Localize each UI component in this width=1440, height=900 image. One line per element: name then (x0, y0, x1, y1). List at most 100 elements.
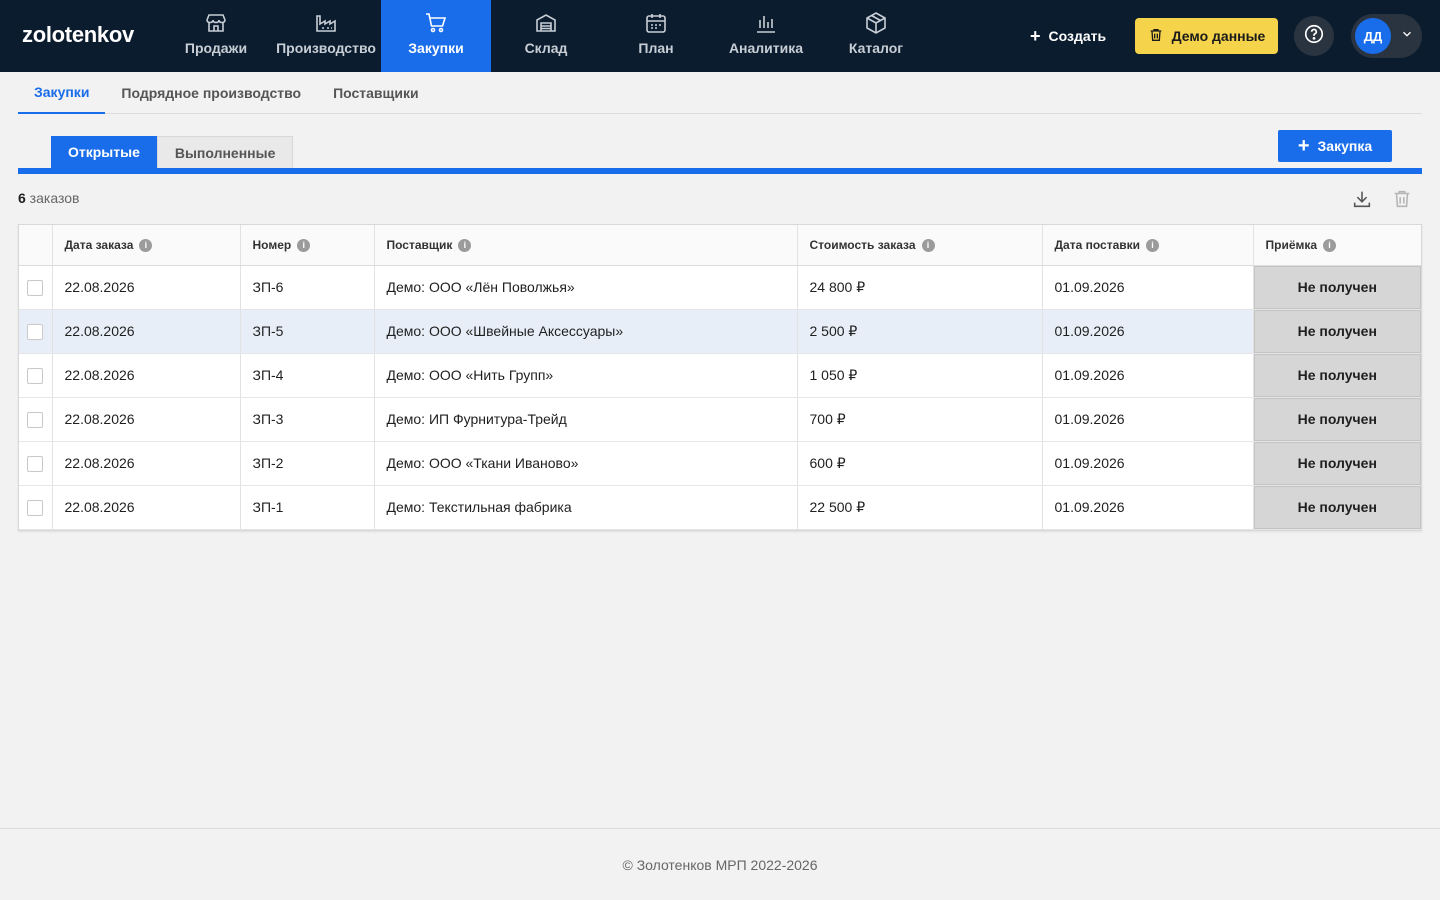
table-row[interactable]: 22.08.2026 ЗП-2 Демо: ООО «Ткани Иваново… (19, 441, 1421, 486)
plus-icon: + (1030, 26, 1041, 46)
cell-number: ЗП-4 (240, 353, 375, 398)
tabs-underline (18, 168, 1422, 174)
cell-supplier: Демо: Текстильная фабрика (374, 485, 798, 530)
column-header-supplier[interactable]: Поставщик i (374, 225, 798, 266)
section-tabs: Закупки Подрядное производство Поставщик… (18, 72, 1422, 114)
column-header-number[interactable]: Номер i (240, 225, 375, 266)
receipt-status-button[interactable]: Не получен (1253, 265, 1421, 310)
row-checkbox[interactable] (27, 323, 43, 340)
add-purchase-label: Закупка (1317, 138, 1373, 154)
cell-supplier: Демо: ИП Фурнитура-Трейд (374, 397, 798, 442)
help-button[interactable] (1294, 16, 1334, 56)
tab-open[interactable]: Открытые (51, 136, 157, 168)
row-checkbox[interactable] (27, 455, 43, 472)
info-icon[interactable]: i (139, 238, 153, 252)
row-checkbox[interactable] (27, 367, 43, 384)
column-header-delivery-date[interactable]: Дата поставки i (1042, 225, 1254, 266)
nav-item-warehouse[interactable]: Склад (491, 0, 601, 72)
cell-cost: 24 800 ₽ (797, 265, 1043, 310)
tab-purchases[interactable]: Закупки (18, 72, 106, 114)
avatar: ДД (1355, 18, 1391, 54)
create-button[interactable]: + Создать (1020, 20, 1116, 52)
cell-delivery-date: 01.09.2026 (1042, 397, 1254, 442)
table-row[interactable]: 22.08.2026 ЗП-1 Демо: Текстильная фабрик… (19, 485, 1421, 530)
cell-delivery-date: 01.09.2026 (1042, 265, 1254, 310)
row-checkbox[interactable] (27, 499, 43, 516)
app-logo[interactable]: zolotenkov (22, 22, 134, 48)
tab-suppliers[interactable]: Поставщики (317, 72, 435, 114)
receipt-status-button[interactable]: Не получен (1253, 309, 1421, 354)
column-header-receipt[interactable]: Приёмка i (1253, 225, 1421, 266)
cell-supplier: Демо: ООО «Швейные Аксессуары» (374, 309, 798, 354)
receipt-status-button[interactable]: Не получен (1253, 353, 1421, 398)
bar-chart-icon (754, 11, 778, 35)
cell-order-date: 22.08.2026 (52, 441, 241, 486)
question-circle-icon (1303, 23, 1325, 50)
cell-cost: 600 ₽ (797, 441, 1043, 486)
cell-number: ЗП-3 (240, 397, 375, 442)
box-icon (864, 11, 888, 35)
tab-subcontracting[interactable]: Подрядное производство (105, 72, 317, 114)
orders-count: 6 заказов (18, 190, 79, 206)
receipt-status-button[interactable]: Не получен (1253, 397, 1421, 442)
factory-icon (314, 11, 338, 35)
download-icon[interactable] (1351, 188, 1373, 210)
nav-item-sales[interactable]: Продажи (161, 0, 271, 72)
info-icon[interactable]: i (297, 238, 311, 252)
row-checkbox[interactable] (27, 279, 43, 296)
cell-supplier: Демо: ООО «Нить Групп» (374, 353, 798, 398)
footer-copyright: © Золотенков МРП 2022-2026 (0, 828, 1440, 900)
trash-icon (1148, 27, 1164, 46)
cell-order-date: 22.08.2026 (52, 309, 241, 354)
cell-number: ЗП-6 (240, 265, 375, 310)
tab-completed[interactable]: Выполненные (156, 136, 294, 168)
cell-number: ЗП-2 (240, 441, 375, 486)
add-purchase-button[interactable]: + Закупка (1278, 130, 1392, 162)
calendar-icon (644, 11, 668, 35)
info-icon[interactable]: i (458, 238, 472, 252)
delete-icon[interactable] (1391, 188, 1413, 210)
cell-cost: 22 500 ₽ (797, 485, 1043, 530)
nav-label: Закупки (408, 40, 464, 56)
store-icon (204, 11, 228, 35)
demo-data-label: Демо данные (1171, 28, 1266, 44)
nav-label: Продажи (184, 40, 248, 56)
receipt-status-button[interactable]: Не получен (1253, 441, 1421, 486)
nav-item-catalog[interactable]: Каталог (821, 0, 931, 72)
cell-order-date: 22.08.2026 (52, 397, 241, 442)
cell-delivery-date: 01.09.2026 (1042, 441, 1254, 486)
orders-count-number: 6 (18, 190, 26, 206)
cell-cost: 2 500 ₽ (797, 309, 1043, 354)
table-row[interactable]: 22.08.2026 ЗП-3 Демо: ИП Фурнитура-Трейд… (19, 397, 1421, 442)
demo-data-button[interactable]: Демо данные (1135, 18, 1278, 54)
cell-supplier: Демо: ООО «Ткани Иваново» (374, 441, 798, 486)
select-all-header (19, 225, 53, 266)
nav-item-purchases[interactable]: Закупки (381, 0, 491, 72)
nav-label: Производство (276, 40, 376, 56)
orders-count-suffix: заказов (25, 190, 80, 206)
table-row[interactable]: 22.08.2026 ЗП-4 Демо: ООО «Нить Групп» 1… (19, 353, 1421, 398)
cell-number: ЗП-1 (240, 485, 375, 530)
receipt-status-button[interactable]: Не получен (1253, 485, 1421, 530)
main-nav: Продажи Производство Закупки Склад План … (161, 0, 931, 72)
info-icon[interactable]: i (1146, 238, 1160, 252)
cell-number: ЗП-5 (240, 309, 375, 354)
column-header-order-date[interactable]: Дата заказа i (52, 225, 241, 266)
cell-order-date: 22.08.2026 (52, 265, 241, 310)
create-button-label: Создать (1048, 28, 1107, 44)
user-menu-button[interactable]: ДД (1351, 14, 1422, 58)
info-icon[interactable]: i (1323, 238, 1337, 252)
cell-delivery-date: 01.09.2026 (1042, 353, 1254, 398)
nav-item-analytics[interactable]: Аналитика (711, 0, 821, 72)
row-checkbox[interactable] (27, 411, 43, 428)
info-icon[interactable]: i (921, 238, 935, 252)
warehouse-icon (534, 11, 558, 35)
table-row[interactable]: 22.08.2026 ЗП-6 Демо: ООО «Лён Поволжья»… (19, 265, 1421, 310)
column-header-cost[interactable]: Стоимость заказа i (797, 225, 1043, 266)
cell-cost: 1 050 ₽ (797, 353, 1043, 398)
nav-item-plan[interactable]: План (601, 0, 711, 72)
nav-item-production[interactable]: Производство (271, 0, 381, 72)
cell-delivery-date: 01.09.2026 (1042, 309, 1254, 354)
plus-icon: + (1297, 135, 1310, 157)
table-row[interactable]: 22.08.2026 ЗП-5 Демо: ООО «Швейные Аксес… (19, 309, 1421, 354)
